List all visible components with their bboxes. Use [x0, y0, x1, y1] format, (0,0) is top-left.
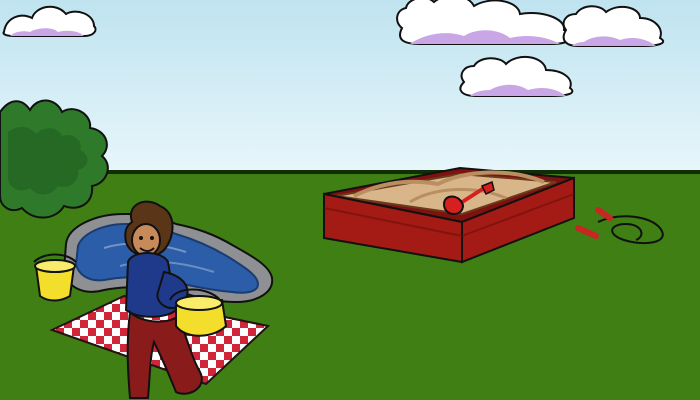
game-scene [0, 0, 700, 400]
bucket-icon [33, 253, 77, 302]
scene-canvas [0, 0, 700, 400]
